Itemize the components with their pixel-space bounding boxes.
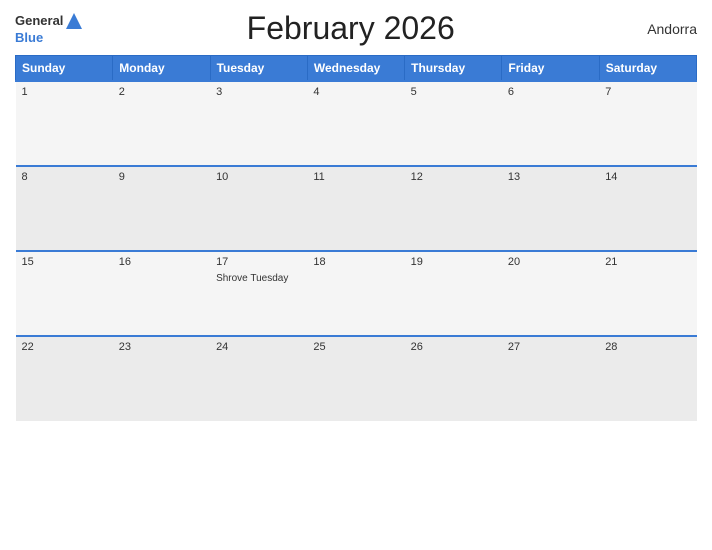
calendar-page: General Blue February 2026 Andorra Sunda… [0, 0, 712, 550]
day-number: 11 [313, 171, 398, 183]
day-number: 25 [313, 341, 398, 353]
day-number: 8 [22, 171, 107, 183]
day-number: 23 [119, 341, 204, 353]
day-number: 28 [605, 341, 690, 353]
calendar-day-cell: 16 [113, 251, 210, 336]
country-label: Andorra [617, 21, 697, 37]
calendar-day-cell: 7 [599, 81, 696, 166]
calendar-table: SundayMondayTuesdayWednesdayThursdayFrid… [15, 55, 697, 421]
day-number: 5 [411, 86, 496, 98]
calendar-day-cell: 24 [210, 336, 307, 421]
calendar-day-cell: 28 [599, 336, 696, 421]
calendar-day-cell: 6 [502, 81, 599, 166]
calendar-day-cell: 17 Shrove Tuesday [210, 251, 307, 336]
calendar-day-cell: 4 [307, 81, 404, 166]
day-number: 16 [119, 256, 204, 268]
day-number: 14 [605, 171, 690, 183]
calendar-day-header: Wednesday [307, 56, 404, 82]
calendar-day-cell: 10 [210, 166, 307, 251]
calendar-day-header: Tuesday [210, 56, 307, 82]
day-number: 4 [313, 86, 398, 98]
calendar-day-header: Monday [113, 56, 210, 82]
day-number: 27 [508, 341, 593, 353]
calendar-day-header: Friday [502, 56, 599, 82]
calendar-day-cell: 11 [307, 166, 404, 251]
calendar-day-cell: 14 [599, 166, 696, 251]
calendar-week-row: 22 23 24 25 26 27 28 [16, 336, 697, 421]
calendar-day-cell: 22 [16, 336, 113, 421]
calendar-day-cell: 13 [502, 166, 599, 251]
logo-line2: Blue [15, 31, 43, 45]
calendar-week-row: 15 16 17 Shrove Tuesday 18 19 20 21 [16, 251, 697, 336]
day-number: 18 [313, 256, 398, 268]
day-number: 13 [508, 171, 593, 183]
calendar-event: Shrove Tuesday [216, 273, 288, 284]
day-number: 6 [508, 86, 593, 98]
calendar-day-header: Sunday [16, 56, 113, 82]
calendar-day-cell: 9 [113, 166, 210, 251]
day-number: 10 [216, 171, 301, 183]
logo-blue-text: Blue [15, 31, 43, 45]
logo-line1: General [15, 11, 84, 31]
day-number: 22 [22, 341, 107, 353]
calendar-day-cell: 15 [16, 251, 113, 336]
calendar-week-row: 89 10 11 12 13 14 [16, 166, 697, 251]
calendar-header-row: SundayMondayTuesdayWednesdayThursdayFrid… [16, 56, 697, 82]
day-number: 7 [605, 86, 690, 98]
calendar-day-cell: 8 [16, 166, 113, 251]
day-number: 1 [22, 86, 107, 98]
day-number: 15 [22, 256, 107, 268]
day-number: 17 [216, 256, 301, 268]
calendar-day-cell: 21 [599, 251, 696, 336]
day-number: 19 [411, 256, 496, 268]
header: General Blue February 2026 Andorra [15, 10, 697, 47]
calendar-day-cell: 23 [113, 336, 210, 421]
day-number: 9 [119, 171, 204, 183]
logo-icon [64, 11, 84, 31]
logo: General Blue [15, 11, 84, 45]
calendar-day-cell: 20 [502, 251, 599, 336]
day-number: 26 [411, 341, 496, 353]
day-number: 24 [216, 341, 301, 353]
calendar-day-cell: 26 [405, 336, 502, 421]
calendar-day-cell: 12 [405, 166, 502, 251]
calendar-week-row: 1234 567 [16, 81, 697, 166]
day-number: 21 [605, 256, 690, 268]
calendar-day-cell: 27 [502, 336, 599, 421]
page-title: February 2026 [84, 10, 617, 47]
day-number: 20 [508, 256, 593, 268]
calendar-day-header: Thursday [405, 56, 502, 82]
calendar-day-cell: 5 [405, 81, 502, 166]
calendar-day-header: Saturday [599, 56, 696, 82]
calendar-day-cell: 19 [405, 251, 502, 336]
calendar-day-cell: 2 [113, 81, 210, 166]
calendar-day-cell: 18 [307, 251, 404, 336]
logo-general-text: General [15, 14, 63, 28]
day-number: 3 [216, 86, 301, 98]
calendar-day-cell: 1 [16, 81, 113, 166]
calendar-day-cell: 25 [307, 336, 404, 421]
day-number: 2 [119, 86, 204, 98]
day-number: 12 [411, 171, 496, 183]
calendar-day-cell: 3 [210, 81, 307, 166]
